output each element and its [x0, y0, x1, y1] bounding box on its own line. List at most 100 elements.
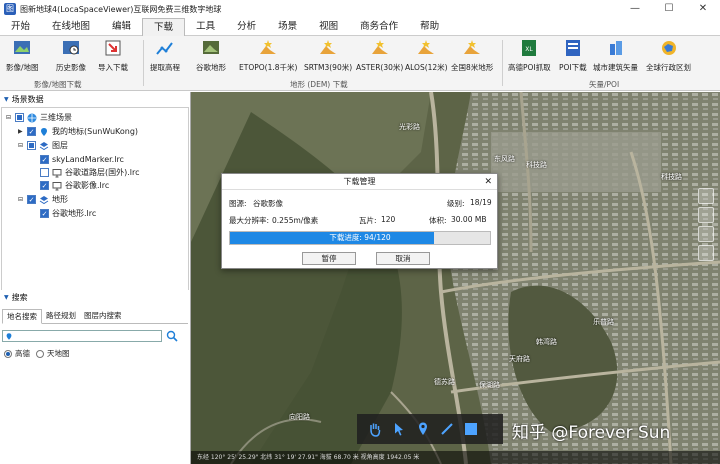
scene-panel-header[interactable]: ▼ 场景数据	[0, 92, 190, 107]
collapse-icon[interactable]: ⊟	[6, 114, 15, 121]
google-terrain-button[interactable]: 谷歌地形	[196, 38, 226, 73]
dialog-close-icon[interactable]: ✕	[484, 174, 492, 190]
terrain-star-icon	[320, 40, 337, 54]
expand-icon[interactable]: ▶	[18, 128, 27, 135]
menu-bar: 开始 在线地图 编辑 下载 工具 分析 场景 视图 商务合作 帮助	[0, 18, 720, 36]
tilt-button[interactable]	[698, 245, 714, 261]
checkbox[interactable]: ✓	[40, 155, 49, 164]
map-pin-icon	[41, 127, 47, 136]
elevation-extract-icon	[156, 42, 173, 55]
building-vector-button[interactable]: 城市建筑矢量	[593, 38, 638, 73]
placemark-icon[interactable]	[415, 421, 431, 437]
layers-icon	[39, 141, 49, 150]
history-image-button[interactable]: 历史影像	[56, 38, 86, 73]
tab-place-search[interactable]: 地名搜索	[2, 309, 42, 324]
menu-scene[interactable]: 场景	[267, 18, 308, 36]
search-panel-header[interactable]: ▼ 搜索	[0, 290, 190, 305]
aster-button[interactable]: ASTER(30米)	[356, 38, 403, 73]
tree-node-3d-scene[interactable]: ⊟ 三维场景	[6, 111, 72, 124]
amap-poi-button[interactable]: XL 高德POI抓取	[508, 38, 551, 73]
checkbox[interactable]: ✓	[27, 195, 36, 204]
tree-node-google-imagery[interactable]: ✓ 谷歌影像.lrc	[40, 179, 109, 192]
pan-hand-icon[interactable]	[367, 421, 383, 437]
tab-route-planning[interactable]: 路径规划	[42, 309, 80, 323]
terrain-star-icon	[260, 40, 277, 54]
size-value: 30.00 MB	[451, 215, 487, 224]
checkbox[interactable]	[27, 141, 36, 150]
collapse-icon[interactable]: ⊟	[18, 142, 27, 149]
menu-help[interactable]: 帮助	[409, 18, 450, 36]
alos-button[interactable]: ALOS(12米)	[405, 38, 448, 73]
menu-download[interactable]: 下载	[142, 18, 186, 36]
group-label-image-download: 影像/地图下载	[34, 80, 82, 89]
search-source-options: 高德 天地图	[4, 348, 186, 359]
app-logo-icon: 图	[4, 3, 16, 15]
map-tool-bar	[357, 414, 503, 444]
collapse-triangle-icon: ▼	[4, 294, 9, 301]
menu-analysis[interactable]: 分析	[226, 18, 267, 36]
poi-download-button[interactable]: POI下载	[559, 38, 587, 73]
tree-node-google-roads[interactable]: 谷歌道路层(国外).lrc	[40, 166, 140, 179]
admin-region-button[interactable]: 全球行政区划	[646, 38, 691, 73]
radio-tianditu[interactable]	[36, 349, 44, 358]
tree-node-my-landmarks[interactable]: ▶ ✓ 我的地标(SunWuKong)	[18, 125, 138, 138]
radio-amap[interactable]	[4, 349, 12, 358]
zoom-in-button[interactable]	[698, 188, 714, 204]
collapse-triangle-icon: ▼	[4, 96, 9, 103]
maximize-button[interactable]: ☐	[652, 0, 686, 18]
import-download-icon	[105, 40, 121, 56]
tree-node-terrain[interactable]: ⊟ ✓ 地形	[18, 193, 68, 206]
elevation-extract-button[interactable]: 提取高程	[150, 38, 180, 73]
search-input[interactable]	[2, 330, 162, 342]
pause-button[interactable]: 暂停	[302, 252, 356, 265]
menu-online-map[interactable]: 在线地图	[41, 18, 101, 36]
dialog-title: 下载管理	[343, 177, 376, 186]
map-pin-icon	[6, 332, 12, 340]
group-label-terrain-download: 地形 (DEM) 下载	[290, 80, 348, 89]
national-8m-terrain-button[interactable]: 全国8米地形	[451, 38, 493, 73]
checkbox[interactable]	[15, 113, 24, 122]
monitor-icon	[52, 181, 62, 190]
minimize-button[interactable]: —	[618, 0, 652, 18]
ribbon-separator	[502, 40, 503, 86]
tree-node-google-terrain[interactable]: ✓ 谷歌地形.lrc	[40, 207, 96, 220]
menu-start[interactable]: 开始	[0, 18, 41, 36]
download-progress-bar: 下载进度: 94/120	[229, 231, 491, 245]
cancel-button[interactable]: 取消	[376, 252, 430, 265]
map-view[interactable]: 光彩路 科技路 东风路 科技路 乐普路 韩湾路 天府路 保湖路 向阳路 德苏路	[191, 92, 720, 464]
search-panel: ▼ 搜索 地名搜索 路径规划 图层内搜索 高德 天地图	[0, 290, 190, 359]
checkbox[interactable]: ✓	[27, 127, 36, 136]
watermark-text: 知乎 @Forever Sun	[512, 423, 671, 443]
search-icon[interactable]	[166, 330, 178, 342]
zoom-out-button[interactable]	[698, 207, 714, 223]
draw-rectangle-icon[interactable]	[463, 421, 479, 437]
menu-edit[interactable]: 编辑	[101, 18, 142, 36]
checkbox[interactable]: ✓	[40, 181, 49, 190]
checkbox[interactable]	[40, 168, 49, 177]
menu-tools[interactable]: 工具	[185, 18, 226, 36]
map-nav-controls	[698, 188, 716, 266]
import-download-button[interactable]: 导入下载	[98, 38, 128, 73]
tiles-label: 瓦片:	[359, 216, 377, 225]
srtm3-button[interactable]: SRTM3(90米)	[304, 38, 352, 73]
tab-layer-search[interactable]: 图层内搜索	[80, 309, 126, 323]
map-road-label: 保湖路	[479, 381, 500, 389]
select-arrow-icon[interactable]	[391, 421, 407, 437]
menu-business[interactable]: 商务合作	[349, 18, 409, 36]
etopo-button[interactable]: ETOPO(1.8千米)	[239, 38, 297, 73]
image-map-button[interactable]: 影像/地图	[6, 38, 39, 73]
compass-button[interactable]	[698, 226, 714, 242]
close-button[interactable]: ✕	[686, 0, 720, 18]
title-bar: 图 图新地球4(LocaSpaceViewer)互联网免费三维数字地球 — ☐ …	[0, 0, 720, 18]
tree-node-layers[interactable]: ⊟ 图层	[18, 139, 68, 152]
image-map-icon	[14, 41, 31, 54]
draw-line-icon[interactable]	[439, 421, 455, 437]
checkbox[interactable]: ✓	[40, 209, 49, 218]
ribbon-separator	[143, 40, 144, 86]
collapse-icon[interactable]: ⊟	[18, 196, 27, 203]
poi-download-icon	[565, 40, 580, 56]
tree-node-skylandmarker[interactable]: ✓ skyLandMarker.lrc	[40, 153, 124, 166]
monitor-icon	[52, 168, 62, 177]
scene-tree: ⊟ 三维场景 ▶ ✓ 我的地标(SunWuKong) ⊟ 图层 ✓ skyLan…	[1, 107, 189, 297]
menu-view[interactable]: 视图	[308, 18, 349, 36]
